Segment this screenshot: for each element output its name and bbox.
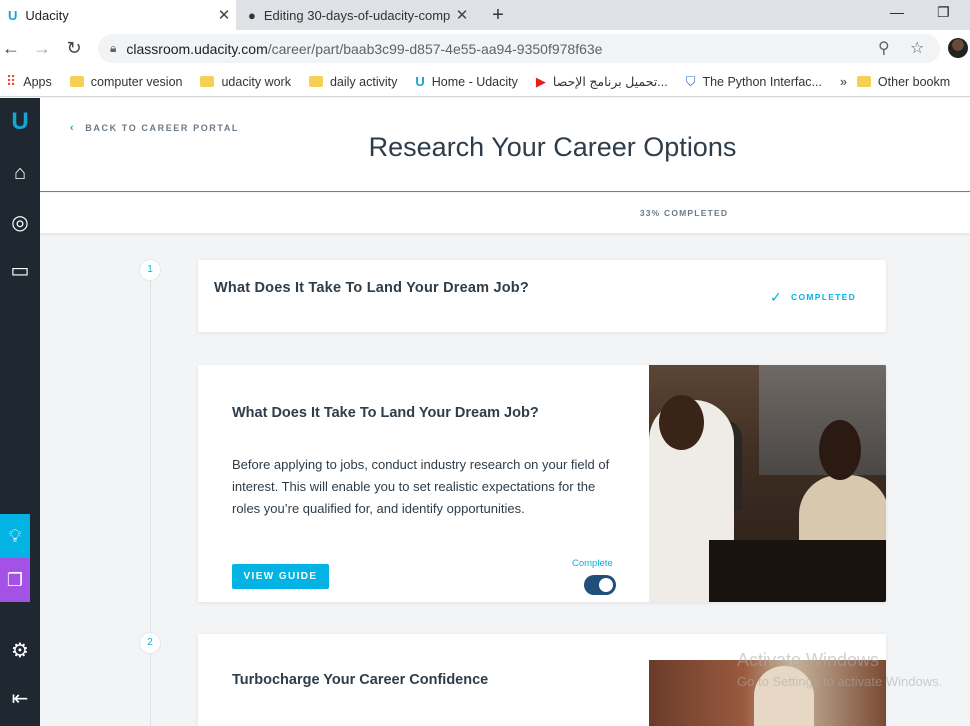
tab-github[interactable]: ● Editing 30-days-of-udacity-comp ✕ <box>238 0 474 30</box>
bookmark-label: تحميل برنامج الإحصا... <box>552 75 668 89</box>
lesson-title-2: Turbocharge Your Career Confidence <box>232 672 489 688</box>
home-icon[interactable]: ⌂ <box>0 162 40 185</box>
new-tab-icon[interactable]: + <box>486 4 510 27</box>
progress-strip: 33% COMPLETED <box>40 193 970 233</box>
tab-strip: U Udacity ✕ ● Editing 30-days-of-udacity… <box>0 0 970 30</box>
progress-text: 33% COMPLETED <box>639 208 729 218</box>
completed-badge: ✓ COMPLETED <box>770 289 856 306</box>
lightbulb-icon[interactable]: 💡︎ <box>0 514 30 558</box>
bookmark-label: udacity work <box>221 74 291 89</box>
udacity-favicon-icon: U <box>8 7 18 23</box>
close-tab-icon[interactable]: ✕ <box>212 6 236 24</box>
zoom-icon[interactable]: ⚲ <box>878 38 890 58</box>
shield-icon: ⛉ <box>685 73 696 89</box>
lesson-card: What Does It Take To Land Your Dream Job… <box>198 365 886 602</box>
bookmark-youtube-arabic[interactable]: ▶ تحميل برنامج الإحصا... <box>536 74 668 90</box>
back-arrow-icon[interactable]: ← <box>0 38 22 59</box>
bookmark-daily-activity[interactable]: daily activity <box>308 74 398 89</box>
bookmark-udacity-work[interactable]: udacity work <box>200 74 291 89</box>
toggle-knob <box>599 578 613 592</box>
youtube-icon: ▶ <box>535 73 546 89</box>
tab-udacity[interactable]: U Udacity ✕ <box>0 0 236 30</box>
udacity-logo-icon[interactable]: U <box>0 108 40 136</box>
bookmark-home-udacity[interactable]: U Home - Udacity <box>415 74 518 89</box>
complete-toggle-label: Complete <box>572 558 613 569</box>
page-title: Research Your Career Options <box>368 132 737 162</box>
lock-icon: 🔒︎ <box>110 41 117 55</box>
watermark-line2: Go to Settings to activate Windows. <box>737 674 943 689</box>
complete-toggle[interactable] <box>584 575 616 595</box>
tab-title: Udacity <box>25 7 69 23</box>
folder-icon <box>69 76 84 87</box>
photo-woman-head <box>819 420 861 480</box>
address-bar: ← → ↻ 🔒︎ classroom.udacity.com/career/pa… <box>0 30 970 67</box>
tab-title: Editing 30-days-of-udacity-comp <box>263 7 450 23</box>
close-tab-icon[interactable]: ✕ <box>450 6 474 24</box>
url-path: /career/part/baab3c99-d857-4e55-aa94-935… <box>267 40 603 57</box>
compass-icon[interactable]: ◎ <box>0 210 40 235</box>
restore-icon[interactable]: ❐ <box>937 4 950 21</box>
logout-icon[interactable]: ⇤ <box>0 686 40 711</box>
bookmark-label: Home - Udacity <box>431 74 518 89</box>
step-number: 1 <box>139 259 161 281</box>
minimize-icon[interactable]: — <box>890 4 904 20</box>
bookmark-apps[interactable]: ⠿ Apps <box>6 73 52 90</box>
completed-label: COMPLETED <box>791 292 857 302</box>
bookmark-computer-vesion[interactable]: computer vesion <box>69 74 183 89</box>
reload-icon[interactable]: ↻ <box>63 38 85 59</box>
settings-gear-icon[interactable]: ⚙ <box>0 638 40 663</box>
step-summary-title: What Does It Take To Land Your Dream Job… <box>214 280 529 296</box>
step-summary-card[interactable]: What Does It Take To Land Your Dream Job… <box>198 260 886 332</box>
url-domain: classroom.udacity.com <box>126 40 268 57</box>
timeline-line <box>150 270 151 726</box>
lesson-description: Before applying to jobs, conduct industr… <box>232 457 610 516</box>
watermark-line1: Activate Windows <box>737 650 880 670</box>
folder-icon <box>856 76 871 87</box>
forward-arrow-icon[interactable]: → <box>31 38 53 59</box>
apps-icon: ⠿ <box>6 73 17 89</box>
url-field[interactable]: 🔒︎ classroom.udacity.com/career/part/baa… <box>98 34 940 63</box>
photo-man-head <box>659 395 704 450</box>
folder-icon <box>308 76 323 87</box>
lesson-photo <box>649 365 886 602</box>
bookmark-label: The Python Interfac... <box>702 74 822 89</box>
bookmark-label: computer vesion <box>90 74 183 89</box>
bookmarks-bar: ⠿ Apps computer vesion udacity work dail… <box>0 67 970 97</box>
view-guide-button[interactable]: VIEW GUIDE <box>232 564 329 589</box>
photo-table <box>709 540 886 602</box>
bookmark-other[interactable]: Other bookm <box>856 74 951 89</box>
bookmark-label: Other bookm <box>877 74 951 89</box>
lesson-title: What Does It Take To Land Your Dream Job… <box>232 405 539 421</box>
briefcase-icon[interactable]: ▭ <box>0 258 40 283</box>
chat-icon[interactable]: ❐ <box>0 558 30 602</box>
udacity-icon: U <box>415 74 425 89</box>
folder-icon <box>200 76 215 87</box>
checkmark-icon: ✓ <box>770 289 784 305</box>
step-number: 2 <box>139 632 161 654</box>
bookmark-label: daily activity <box>329 74 398 89</box>
page-header: ‹ BACK TO CAREER PORTAL Research Your Car… <box>40 98 970 192</box>
bookmark-star-icon[interactable]: ☆ <box>910 38 924 58</box>
app-sidebar: U ⌂ ◎ ▭ 💡︎ ❐ ⚙ ⇤ <box>0 98 40 726</box>
bookmark-label: Apps <box>23 74 52 89</box>
bookmark-python-interface[interactable]: ⛉ The Python Interfac... <box>686 74 822 90</box>
github-favicon-icon: ● <box>248 7 256 23</box>
profile-avatar[interactable] <box>948 38 968 58</box>
more-bookmarks-icon[interactable]: » <box>840 75 847 89</box>
windows-activation-watermark: Activate Windows Go to Settings to activ… <box>737 649 942 693</box>
